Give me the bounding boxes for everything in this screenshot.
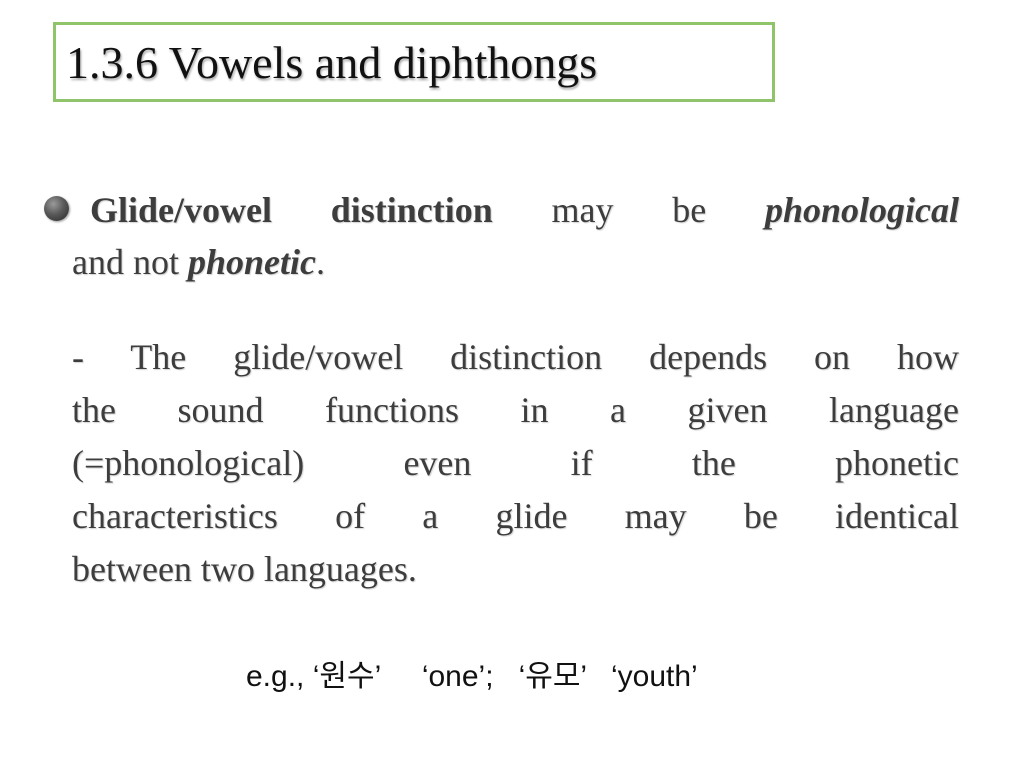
bullet-circle-icon [44, 196, 69, 221]
sub-point-line-5: between two languages. [72, 549, 417, 589]
example-gloss-1: ‘one’; [421, 660, 494, 693]
sub-point-line-2: the sound functions in a given language [72, 390, 959, 430]
sub-point-paragraph: - The glide/vowel distinction depends on… [72, 331, 959, 596]
glide-vowel-distinction-term: Glide/vowel distinction [90, 190, 493, 230]
sub-point-line-1: - The glide/vowel distinction depends on… [72, 337, 959, 377]
example-korean-2: ‘유모’ [518, 660, 587, 693]
slide-title: 1.3.6 Vowels and diphthongs [66, 37, 598, 88]
main-bullet-connector: may be [492, 190, 765, 230]
main-bullet-text: Glide/vowel distinction may be phonologi… [72, 184, 959, 288]
main-bullet-period: . [316, 242, 325, 282]
main-bullet-line-1: Glide/vowel distinction may be phonologi… [72, 184, 959, 236]
main-bullet-line-2: and not phonetic. [72, 236, 959, 288]
example-gloss-2: ‘youth’ [611, 660, 698, 693]
example-line: e.g., ‘원수’ ‘one’; ‘유모’ ‘youth’ [246, 658, 698, 696]
sub-point-line-4: characteristics of a glide may be identi… [72, 496, 959, 536]
main-bullet-and-not: and not [72, 242, 188, 282]
sub-point-line-3: (=phonological) even if the phonetic [72, 443, 959, 483]
phonological-term: phonological [764, 190, 959, 230]
example-prefix: e.g., [246, 660, 313, 693]
slide-title-box: 1.3.6 Vowels and diphthongs [53, 22, 775, 102]
phonetic-term: phonetic [187, 242, 316, 282]
example-korean-1: ‘원수’ [312, 660, 381, 693]
